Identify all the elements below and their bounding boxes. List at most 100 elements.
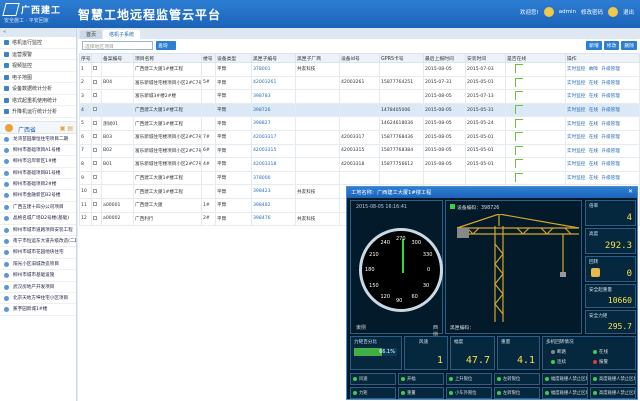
region-header[interactable]: 广西省 ▣ ▤ <box>0 120 76 134</box>
project-item[interactable]: 晶格名城广场D2号楼(基础) <box>0 213 76 225</box>
table-cell[interactable]: 398476 <box>251 211 296 227</box>
tab-home[interactable]: 首页 <box>80 30 103 39</box>
project-item[interactable]: 柳州市基础项目A1号楼 <box>0 145 76 157</box>
table-row[interactable]: 1 广西建工大厦1#楼工程 平臂 378001 共友科技 2015-08-05 2015-0… <box>79 62 640 77</box>
table-cell[interactable]: 实时监控 在线 升级管理 <box>565 116 640 131</box>
project-item[interactable]: 柳州市基础项目B1号楼 <box>0 168 76 180</box>
region-tool-icons[interactable]: ▣ ▤ <box>60 125 73 132</box>
gauge-tick-label: 240 <box>380 240 391 247</box>
table-cell[interactable]: 398827 <box>251 116 296 131</box>
table-cell[interactable]: 实时监控 在线 升级管理 <box>565 89 640 104</box>
project-item[interactable]: 柳州市城市道路项目安装工程 <box>0 225 76 237</box>
sidebar-item[interactable]: 塔式起重机使用统计 <box>0 95 76 106</box>
sidebar-item[interactable]: 升降机运行统计分析 <box>0 106 76 118</box>
table-cell[interactable]: 42003317 <box>251 129 296 145</box>
table-cell[interactable]: 实时监控 故障 升级管理 <box>565 62 640 77</box>
sidebar-item[interactable]: 视频监控 <box>0 60 76 72</box>
logout-icon[interactable] <box>607 7 618 17</box>
search-input[interactable]: 选择地区项目 <box>82 41 153 50</box>
project-item[interactable]: 龙湾苗园康恒住宅项目二期 <box>0 134 76 145</box>
row-checkbox[interactable] <box>93 188 97 193</box>
row-checkbox[interactable] <box>93 175 97 180</box>
table-cell <box>505 157 566 172</box>
row-checkbox[interactable] <box>93 66 97 71</box>
row-checkbox[interactable] <box>93 107 97 112</box>
weight-label: 重量 <box>501 340 511 345</box>
table-row[interactable]: 8 B01 富乐新城住宅楼项目小区2#C7号楼 4# 平臂 42003318 4200331… <box>79 157 640 172</box>
row-checkbox[interactable] <box>93 215 97 220</box>
table-cell[interactable]: 42003315 <box>251 143 296 159</box>
table-cell: 广西建工大厦 <box>133 197 202 213</box>
table-cell: 广西建工大厦1#楼工程 <box>133 62 202 77</box>
alarm-status-icon <box>401 376 405 381</box>
project-item[interactable]: 蕉芋园新城1#楼 <box>0 304 76 316</box>
table-cell: 富乐新城住宅楼项目小区2#C7号楼 <box>133 75 202 91</box>
table-row[interactable]: 2 B04 富乐新城住宅楼项目小区2#C7号楼 5# 平臂 42003261 4200326… <box>79 75 640 91</box>
sidebar-item[interactable]: 塔机运行监控 <box>0 37 76 49</box>
project-item[interactable]: 阳光小区旧城改造项目 <box>0 259 76 271</box>
tab-crane-subsystem[interactable]: 塔机子系统 <box>103 30 141 39</box>
edit-button[interactable]: 修改 <box>603 41 620 50</box>
table-cell[interactable]: 398726 <box>251 102 296 118</box>
table-cell[interactable]: 398482 <box>251 197 296 213</box>
popup-title: 工地名称：广西建工大厦1#楼工程 <box>351 190 432 196</box>
alarm-status-icon <box>593 376 597 381</box>
table-cell[interactable]: 378001 <box>251 62 296 77</box>
sidebar-item[interactable]: 运营报警 <box>0 49 76 60</box>
project-item[interactable]: 柳州市城市基础设施 <box>0 270 76 282</box>
table-cell <box>201 62 216 77</box>
table-cell[interactable]: 398423 <box>251 184 296 199</box>
table-cell[interactable]: 实时监控 在线 升级管理 <box>565 170 640 186</box>
table-cell[interactable]: 实时监控 在线 升级管理 <box>565 75 640 91</box>
table-cell: 1478405006 <box>379 102 424 118</box>
project-item[interactable]: 柳州市金融新区B2号楼 <box>0 190 76 202</box>
table-cell[interactable]: 378000 <box>251 170 296 186</box>
logout-link[interactable]: 退出 <box>623 8 634 16</box>
row-checkbox[interactable] <box>93 120 97 125</box>
project-item[interactable]: 柳州市城市花园地块住宅 <box>0 247 76 259</box>
query-button[interactable]: 查询 <box>156 41 176 50</box>
row-checkbox[interactable] <box>93 161 97 166</box>
row-checkbox[interactable] <box>93 202 97 207</box>
table-cell[interactable]: 398783 <box>251 89 296 104</box>
row-checkbox[interactable] <box>93 134 97 139</box>
sidebar-item[interactable]: 电子地图 <box>0 72 76 83</box>
project-item[interactable]: 武汉房地产开发项目 <box>0 282 76 293</box>
range-label: 幅度 <box>454 340 464 345</box>
table-row[interactable]: 6 B03 富乐新城住宅楼项目小区2#C7号楼 7# 平臂 42003317 4200331… <box>79 129 640 145</box>
multi-crane-status: 多机回转情况 断路 在线 连续 报警 <box>542 336 636 370</box>
column-header: 安装时间 <box>465 53 506 63</box>
table-cell[interactable]: 实时监控 在线 升级管理 <box>565 157 640 172</box>
delete-button[interactable]: 删除 <box>621 41 637 50</box>
row-checkbox[interactable] <box>93 79 97 84</box>
table-row[interactable]: 4 广西建工大厦1#楼工程 平臂 398726 1478405006 2015-08-05… <box>79 102 640 118</box>
table-cell[interactable]: 实时监控 在线 升级管理 <box>565 129 640 145</box>
project-item[interactable]: 南宁市恒运东大道升级改造(二期) <box>0 236 76 248</box>
table-cell: 广西利行 <box>133 211 202 227</box>
project-item[interactable]: 北京天地方坤住宅小区项目 <box>0 293 76 305</box>
table-cell[interactable]: 实时监控 在线 升级管理 <box>565 102 640 118</box>
project-item[interactable]: 广西五建十四分公司项目 <box>0 202 76 214</box>
project-item[interactable]: 柳州市基础项目2#楼 <box>0 179 76 191</box>
table-cell <box>339 116 380 131</box>
close-icon[interactable]: ✕ <box>628 188 633 195</box>
table-row[interactable]: 7 B02 富乐新城住宅楼项目小区2#C7号楼 6# 平臂 42003315 4200331… <box>79 143 640 159</box>
row-checkbox[interactable] <box>93 93 97 98</box>
table-row[interactable]: 3 富乐新城3#楼2#楼 平臂 398783 2015-08-05 2015-07-13 实… <box>79 89 640 104</box>
add-button[interactable]: 新增 <box>586 41 602 50</box>
weight-card: 重量 4.1 <box>497 336 540 370</box>
gauge-tick-label: 210 <box>369 251 379 258</box>
table-row[interactable]: 9 广西建工大厦1#楼工程 平臂 378000 实时监控 在线 升级管理 <box>79 170 640 186</box>
alarm-grid: 风速 开幅 上升限位 左转限位 幅度碰撞人禁止区域 高度碰撞人禁止区域 力矩 重量 小车外限位左… <box>350 373 636 399</box>
row-checkbox[interactable] <box>93 147 97 152</box>
sidebar-collapse-button[interactable]: « <box>0 28 76 37</box>
username[interactable]: admin <box>559 9 576 15</box>
sidebar-item[interactable]: 设备数据统计分析 <box>0 83 76 95</box>
table-cell[interactable]: 42003318 <box>251 157 296 172</box>
project-item[interactable]: 柳州市沿岸新区1#楼 <box>0 156 76 168</box>
table-row[interactable]: 5 测试01 广西建工大厦1#楼工程 平臂 398827 14624618036 2015-… <box>79 116 640 131</box>
crane-online-icon <box>515 173 523 183</box>
change-password-link[interactable]: 修改密码 <box>581 8 603 16</box>
table-cell[interactable]: 实时监控 在线 升级管理 <box>565 143 640 159</box>
table-cell[interactable]: 42003261 <box>251 75 296 91</box>
